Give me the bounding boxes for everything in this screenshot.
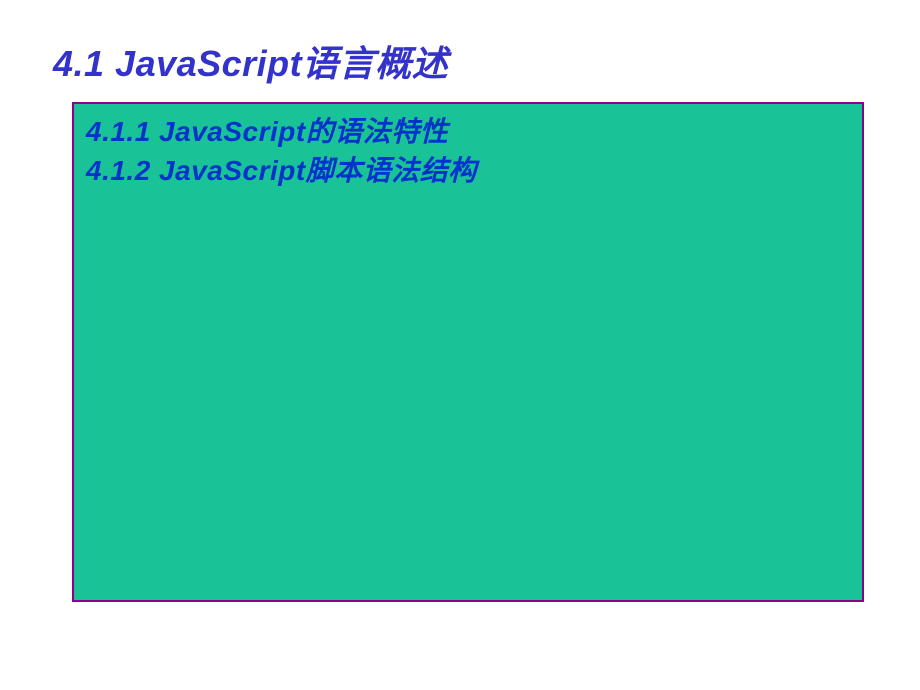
subsection-item: 4.1.2 JavaScript脚本语法结构 (86, 151, 850, 190)
subsection-item: 4.1.1 JavaScript的语法特性 (86, 112, 850, 151)
section-title: 4.1 JavaScript语言概述 (53, 35, 448, 87)
content-box: 4.1.1 JavaScript的语法特性 4.1.2 JavaScript脚本… (72, 102, 864, 602)
